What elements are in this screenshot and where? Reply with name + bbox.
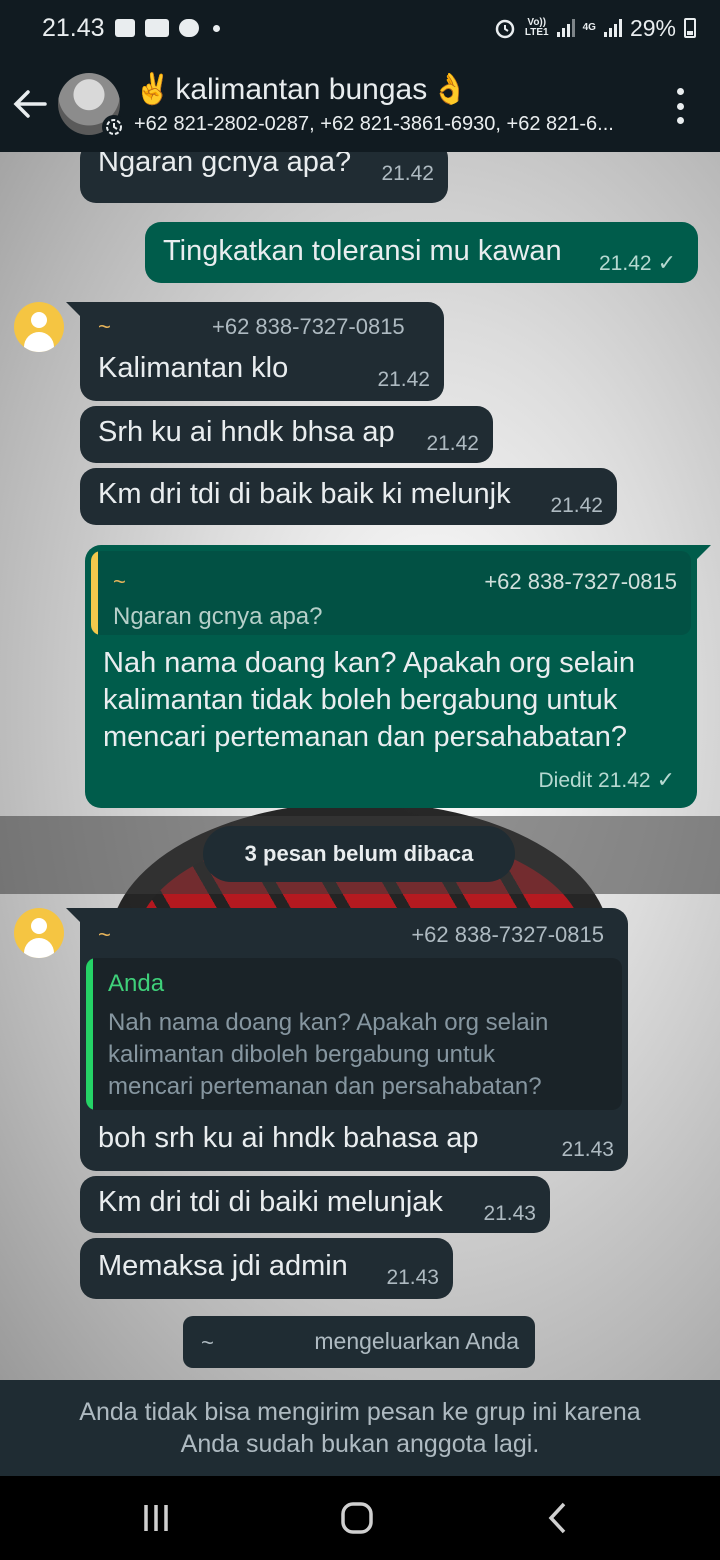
unread-divider: 3 pesan belum dibaca — [203, 826, 515, 882]
menu-dot — [676, 102, 684, 110]
message-bubble-incoming[interactable]: ~ +62 838-7327-0815 Anda Nah nama doang … — [80, 908, 628, 1171]
home-button[interactable] — [327, 1498, 387, 1538]
message-time: 21.42 — [381, 162, 434, 185]
message-text-line: Nah nama doang kan? Apakah org selain — [103, 647, 636, 679]
message-bubble-incoming[interactable]: Ngaran gcnya apa? 21.42 — [80, 152, 448, 203]
chat-header: ✌️ kalimantan bungas 👌 +62 821-2802-0287… — [0, 56, 720, 152]
quote-bar — [91, 551, 98, 635]
alarm-icon — [495, 19, 515, 39]
status-right: Vo)) LTE1 4G 29% — [493, 15, 696, 42]
lte-text: LTE1 — [524, 27, 549, 38]
quote-sender-phone: +62 838-7327-0815 — [484, 569, 677, 594]
group-name: ✌️ kalimantan bungas 👌 — [134, 72, 674, 107]
message-text: boh srh ku ai hndk bahasa ap — [98, 1122, 479, 1154]
battery-percent: 29% — [629, 14, 676, 41]
volte-label: Vo)) LTE1 — [525, 18, 549, 38]
message-text: Km dri tdi di baiki melunjak — [98, 1186, 443, 1218]
signal-2-icon — [603, 19, 622, 37]
system-text: mengeluarkan Anda — [314, 1328, 519, 1354]
not-member-notice: Anda tidak bisa mengirim pesan ke grup i… — [0, 1380, 720, 1476]
time-value: 21.42 — [599, 252, 652, 275]
message-edited-time: Diedit 21.42 ✓ — [538, 767, 675, 793]
bubble-tail — [695, 545, 711, 561]
system-actor: ~ — [201, 1330, 214, 1355]
notice-line-1: Anda tidak bisa mengirim pesan ke grup i… — [79, 1398, 641, 1426]
message-bubble-incoming[interactable]: Km dri tdi di baiki melunjak 21.43 — [80, 1176, 550, 1233]
ok-emoji: 👌 — [431, 73, 469, 106]
sender-phone: +62 838-7327-0815 — [212, 314, 405, 339]
edited-value: Diedit 21.42 — [538, 769, 651, 792]
quote-text: Ngaran gcnya apa? — [113, 603, 323, 630]
status-left: 21.43 — [42, 14, 220, 43]
message-time: 21.42 — [426, 432, 479, 455]
quote-text-line: mencari pertemanan dan persahabatan? — [108, 1073, 542, 1100]
group-title: kalimantan bungas — [175, 72, 428, 106]
notice-line-2: Anda sudah bukan anggota lagi. — [180, 1430, 540, 1458]
status-time: 21.43 — [42, 13, 105, 42]
message-bubble-outgoing[interactable]: ~ +62 838-7327-0815 Ngaran gcnya apa? Na… — [85, 545, 697, 808]
cloud-icon — [178, 19, 199, 37]
quoted-message[interactable]: ~ +62 838-7327-0815 Ngaran gcnya apa? — [91, 551, 691, 635]
message-time: 21.43 — [483, 1202, 536, 1225]
system-nav-bar — [0, 1476, 720, 1560]
message-bubble-incoming[interactable]: Srh ku ai hndk bhsa ap 21.42 — [80, 406, 493, 463]
chat-area[interactable]: 3 pesan belum dibaca Ngaran gcnya apa? 2… — [0, 152, 720, 1380]
sender-avatar[interactable] — [14, 302, 64, 352]
notification-dot-icon — [212, 24, 220, 32]
battery-icon — [684, 18, 696, 38]
check-icon: ✓ — [656, 767, 675, 792]
quoted-message[interactable]: Anda Nah nama doang kan? Apakah org sela… — [86, 958, 622, 1110]
quote-text-line: kalimantan diboleh bergabung untuk — [108, 1041, 495, 1068]
quote-sender-name: ~ — [113, 569, 126, 594]
message-bubble-outgoing[interactable]: Tingkatkan toleransi mu kawan 21.42 ✓ — [145, 222, 698, 283]
group-members: +62 821-2802-0287, +62 821-3861-6930, +6… — [134, 113, 614, 135]
system-message: ~ mengeluarkan Anda — [183, 1316, 535, 1368]
message-time: 21.42 ✓ — [599, 250, 676, 276]
message-time: 21.42 — [550, 494, 603, 517]
quote-bar — [86, 958, 93, 1110]
quote-text-line: Nah nama doang kan? Apakah org selain — [108, 1009, 549, 1036]
victory-emoji: ✌️ — [134, 73, 172, 106]
sender-avatar[interactable] — [14, 908, 64, 958]
network-label: 4G — [582, 22, 596, 33]
nav-back-button[interactable] — [528, 1498, 588, 1538]
group-avatar[interactable] — [58, 73, 126, 139]
arrow-left-icon — [13, 90, 47, 118]
youtube-icon — [144, 19, 169, 37]
more-options-button[interactable] — [670, 88, 690, 124]
message-text: Ngaran gcnya apa? — [98, 152, 352, 178]
message-text-line: kalimantan tidak boleh bergabung untuk — [103, 684, 618, 716]
message-time: 21.43 — [561, 1138, 614, 1161]
signal-1-icon — [556, 19, 575, 37]
shopee-icon — [114, 19, 135, 37]
message-text: Km dri tdi di baik baik ki melunjk — [98, 478, 511, 510]
status-bar: 21.43 Vo)) LTE1 4G 29% — [0, 0, 720, 56]
message-bubble-incoming[interactable]: Km dri tdi di baik baik ki melunjk 21.42 — [80, 468, 617, 525]
sender-name: ~ — [98, 922, 111, 947]
message-text-line: mencari pertemanan dan persahabatan? — [103, 721, 627, 753]
recents-icon — [144, 1505, 168, 1531]
message-text: Srh ku ai hndk bhsa ap — [98, 416, 395, 448]
message-text: Memaksa jdi admin — [98, 1250, 348, 1282]
group-info[interactable]: ✌️ kalimantan bungas 👌 +62 821-2802-0287… — [134, 72, 674, 136]
nav-back-icon — [548, 1502, 566, 1534]
back-button[interactable] — [2, 74, 58, 134]
recents-button[interactable] — [126, 1498, 186, 1538]
sender-phone: +62 838-7327-0815 — [411, 922, 604, 947]
disappearing-timer-icon — [102, 115, 126, 139]
more-vertical-icon — [676, 88, 684, 95]
message-text: Kalimantan klo — [98, 352, 289, 384]
home-icon — [341, 1502, 373, 1534]
check-icon: ✓ — [657, 250, 676, 275]
message-bubble-incoming[interactable]: Memaksa jdi admin 21.43 — [80, 1238, 453, 1299]
sender-name: ~ — [98, 314, 111, 339]
message-text: Tingkatkan toleransi mu kawan — [163, 235, 562, 267]
menu-dot — [676, 117, 684, 124]
message-time: 21.42 — [377, 368, 430, 391]
message-bubble-incoming[interactable]: ~ +62 838-7327-0815 Kalimantan klo 21.42 — [80, 302, 444, 401]
quote-sender-name: Anda — [108, 970, 165, 997]
message-time: 21.43 — [386, 1266, 439, 1289]
